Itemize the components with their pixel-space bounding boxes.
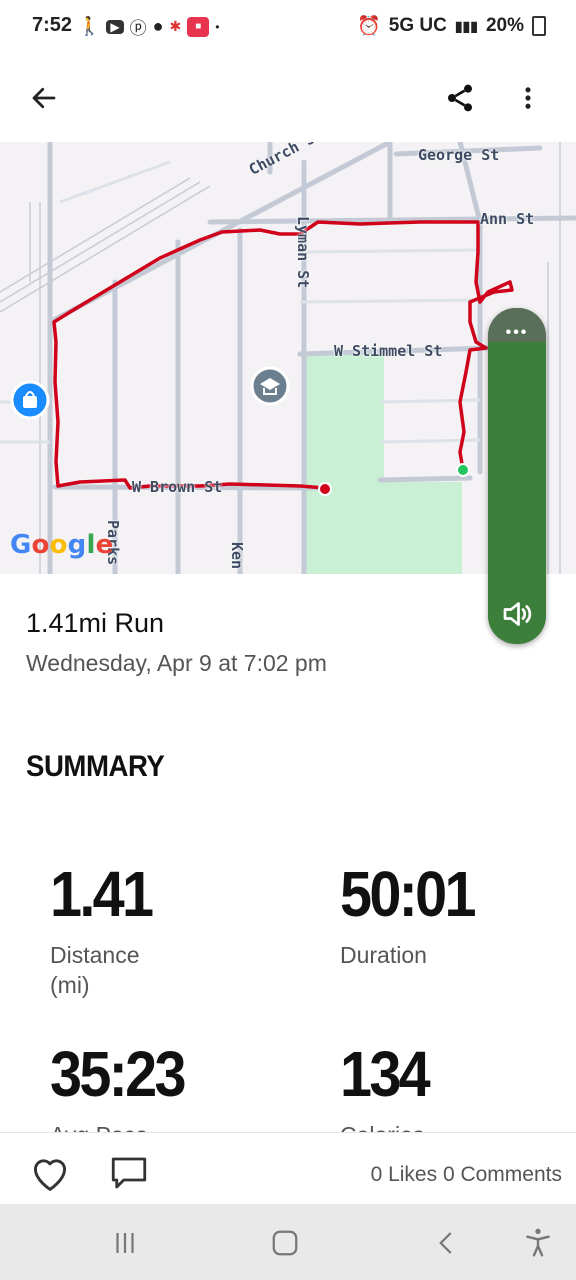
panel-dots-icon[interactable]: ••• <box>488 324 546 342</box>
map-label-ann: Ann St <box>480 210 535 228</box>
more-options-button[interactable] <box>504 74 552 122</box>
battery-icon <box>532 16 546 36</box>
workout-date: Wednesday, Apr 9 at 7:02 pm <box>26 650 327 676</box>
volume-icon <box>503 602 532 626</box>
chevron-left-icon <box>439 1232 452 1254</box>
stat-distance-label-line2: (mi) <box>50 972 90 998</box>
stat-distance-value: 1.41 <box>50 858 154 930</box>
stat-duration-value: 50:01 <box>340 858 477 930</box>
like-button[interactable] <box>28 1153 72 1198</box>
share-icon <box>448 84 472 112</box>
school-pin-icon <box>250 366 290 406</box>
home-button[interactable] <box>270 1228 300 1263</box>
volume-button[interactable] <box>499 596 535 637</box>
stat-distance: 1.41 Distance (mi) <box>50 862 163 1000</box>
battery-label: 20% <box>485 15 524 36</box>
youtube-icon: ▶ <box>106 19 124 34</box>
alarm-icon: ⏰ <box>357 16 381 37</box>
network-label: 5G UC <box>388 15 447 36</box>
walk-icon: 🚶 <box>78 16 101 36</box>
system-nav-bar <box>0 1204 576 1280</box>
recent-apps-button[interactable] <box>110 1228 140 1263</box>
status-notification-icons: 🚶 ▶ ⓟ ● ✱ ■ • <box>78 14 219 39</box>
map-label-george: George St <box>418 146 500 164</box>
map-label-brown: W Brown St <box>132 478 223 496</box>
route-start-marker <box>456 463 470 477</box>
comment-icon <box>111 1157 147 1189</box>
stat-calories-value: 134 <box>340 1038 431 1110</box>
status-bar: 7:52 🚶 ▶ ⓟ ● ✱ ■ • ⏰ 5G UC ▮▮▮ 20% <box>0 0 576 54</box>
accessibility-button[interactable] <box>522 1226 554 1263</box>
stat-distance-label: Distance (mi) <box>50 940 163 1000</box>
share-button[interactable] <box>436 74 484 122</box>
home-icon <box>272 1230 298 1256</box>
stat-duration-label: Duration <box>340 940 489 970</box>
route-end-marker <box>318 482 332 496</box>
system-back-button[interactable] <box>432 1228 462 1263</box>
accessibility-icon <box>526 1228 550 1257</box>
map-label-ken: Ken <box>228 542 246 570</box>
pinterest-icon: ⓟ <box>129 19 147 38</box>
chat-icon: ● <box>152 16 164 36</box>
map-label-stimmel: W Stimmel St <box>334 342 443 360</box>
shopping-pin-icon <box>10 380 50 420</box>
signal-icon: ▮▮▮ <box>454 17 478 34</box>
status-right: ⏰ 5G UC ▮▮▮ 20% <box>357 14 546 38</box>
status-time: 7:52 <box>32 14 73 36</box>
app-bar <box>0 54 576 142</box>
google-logo: Google <box>10 530 114 560</box>
summary-heading: SUMMARY <box>26 750 165 783</box>
recent-apps-icon <box>116 1233 134 1253</box>
social-footer: 0 Likes 0 Comments <box>0 1132 576 1205</box>
stat-duration: 50:01 Duration <box>340 862 489 970</box>
arrow-left-icon <box>32 87 56 109</box>
more-vert-icon <box>525 87 531 109</box>
likes-comments-count[interactable]: 0 Likes 0 Comments <box>371 1163 562 1187</box>
comment-button[interactable] <box>108 1153 150 1198</box>
workout-title: 1.41mi Run <box>26 608 165 638</box>
back-button[interactable] <box>20 74 68 122</box>
stat-distance-label-line1: Distance <box>50 942 140 968</box>
heart-icon <box>34 1159 66 1191</box>
stat-duration-label-line1: Duration <box>340 942 427 968</box>
app-icon: ■ <box>187 16 210 37</box>
route-path <box>52 220 514 490</box>
map-label-lyman: Lyman St <box>294 216 312 289</box>
park-area-2 <box>306 482 462 574</box>
stat-avg-pace-value: 35:23 <box>50 1038 187 1110</box>
dot-icon: • <box>215 19 220 34</box>
floating-audio-panel[interactable]: ••• <box>488 308 546 644</box>
settings-icon: ✱ <box>169 18 182 34</box>
